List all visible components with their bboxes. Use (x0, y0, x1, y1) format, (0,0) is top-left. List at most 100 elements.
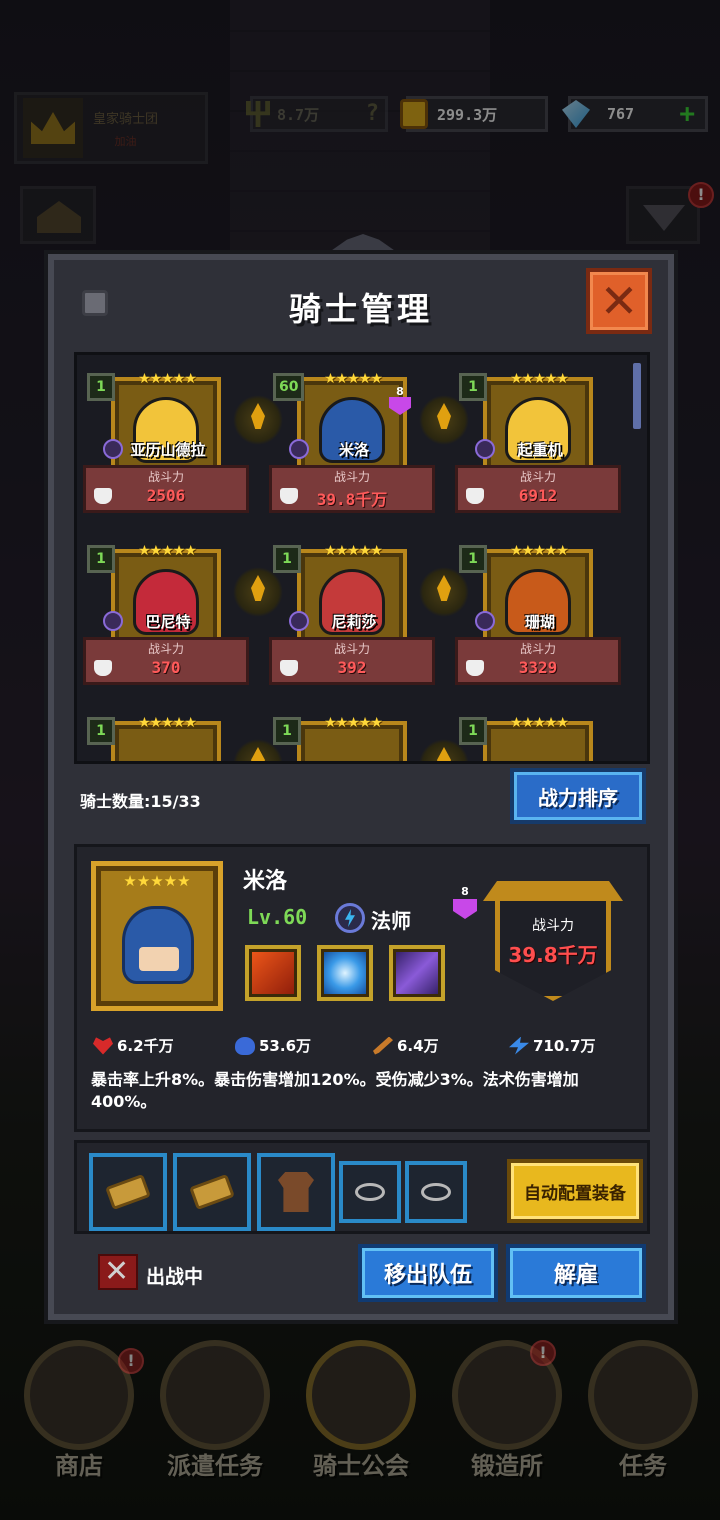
power-bar: 战斗力 3329 (455, 637, 621, 685)
power-label: 战斗力 (147, 470, 184, 484)
knight-level: 1 (273, 717, 301, 745)
equipment-slot-2[interactable] (173, 1153, 251, 1231)
rank-badge-number: 8 (461, 885, 469, 898)
equipment-slot-3[interactable] (257, 1153, 335, 1231)
knight-stars: ★★★★★ (324, 715, 383, 731)
deploy-status: 出战中 (146, 1266, 204, 1288)
nav-shop-label: 商店 (55, 1452, 103, 1480)
nav-dispatch[interactable]: 派遣任务 (150, 1340, 280, 1490)
power-label: 战斗力 (519, 642, 556, 656)
close-button[interactable]: ✕ (586, 268, 652, 334)
grid-scrollbar[interactable] (633, 363, 641, 429)
forge-notification-badge: ! (530, 1340, 556, 1366)
stat-atk: 6.4万 (373, 1035, 439, 1056)
knight-stars: ★★★★★ (138, 543, 197, 559)
power-value: 6912 (518, 486, 558, 505)
knight-level: 1 (459, 717, 487, 745)
knight-level: 1 (87, 373, 115, 401)
bottom-navigation: 商店 派遣任务 骑士公会 锻造所 任务 ! ! (0, 1320, 720, 1520)
power-value: 3329 (518, 658, 558, 677)
lightning-icon (509, 1036, 529, 1055)
ring-icon (421, 1183, 451, 1201)
nav-quests[interactable]: 任务 (578, 1340, 708, 1490)
knight-card[interactable]: ★★★★★ 60 米洛 战斗力 39.8千万 8 (269, 367, 435, 525)
power-banner-value: 39.8千万 (508, 943, 598, 967)
knight-level: 1 (87, 545, 115, 573)
nav-forge[interactable]: 锻造所 (442, 1340, 572, 1490)
power-bar: 战斗力 39.8千万 (269, 465, 435, 513)
close-icon: ✕ (599, 274, 639, 328)
potion-icon (235, 1036, 255, 1055)
nav-guild[interactable]: 骑士公会 (296, 1340, 426, 1490)
power-label: 战斗力 (147, 642, 184, 656)
vortex-skill-icon[interactable] (317, 945, 373, 1001)
auto-equip-button[interactable]: 自动配置装备 (507, 1159, 643, 1223)
stat-hp-value: 6.2千万 (117, 1037, 174, 1055)
equipment-slot-4[interactable] (339, 1161, 401, 1223)
knight-card[interactable]: ★★★★★ 1 尼莉莎 战斗力 392 (269, 539, 435, 697)
nav-forge-label: 锻造所 (471, 1452, 543, 1480)
rank-badge: 8 (387, 385, 413, 415)
stat-mp-value: 53.6万 (259, 1037, 312, 1055)
knight-grid[interactable]: ★★★★★ 1 亚历山德拉 战斗力 2506 ★★★★★ 60 米洛 战斗力 39.8千万 8 ★★★… (74, 352, 650, 764)
equipment-row: 自动配置装备 (74, 1140, 650, 1234)
power-banner: 战斗力 39.8千万 (483, 881, 623, 1007)
power-value: 392 (337, 658, 367, 677)
sort-by-power-button[interactable]: 战力排序 (510, 768, 646, 824)
knight-card[interactable]: ★★★★★ 1 起重机战斗力 6912 (455, 367, 621, 525)
selected-knight-class: 法师 (371, 909, 411, 933)
knight-card[interactable]: ★★★★★ 1 (455, 711, 621, 761)
knight-level: 60 (273, 373, 305, 401)
selected-knight-level: Lv.60 (247, 905, 308, 929)
fire-skill-icon[interactable] (245, 945, 301, 1001)
lightning-skill-icon[interactable] (389, 945, 445, 1001)
knight-count: 骑士数量:15/33 (80, 788, 201, 812)
power-bar: 战斗力 392 (269, 637, 435, 685)
knight-stars: ★★★★★ (510, 715, 569, 731)
knight-name: 珊瑚 (524, 613, 555, 631)
skill-description: 暴击率上升8%。暴击伤害增加120%。受伤减少3%。法术伤害增加400%。 (91, 1070, 579, 1111)
selected-stars: ★★★★★ (123, 872, 191, 890)
knight-stars: ★★★★★ (510, 371, 569, 387)
knight-card[interactable]: ★★★★★ 1 巴尼特战斗力 370 (83, 539, 249, 697)
power-label: 战斗力 (519, 470, 556, 484)
equipment-slot-1[interactable] (89, 1153, 167, 1231)
stat-hp: 6.2千万 (93, 1035, 174, 1056)
power-label: 战斗力 (333, 642, 370, 656)
ring-icon (355, 1183, 385, 1201)
selected-knight-portrait: ★★★★★ (91, 861, 223, 1011)
power-label: 战斗力 (333, 470, 370, 484)
dismiss-button[interactable]: 解雇 (506, 1244, 646, 1302)
stat-magic: 710.7万 (509, 1035, 595, 1056)
knight-stars: ★★★★★ (138, 371, 197, 387)
panel-title: 骑士管理 (288, 290, 433, 328)
dispatch-icon (160, 1340, 270, 1450)
equipment-slot-5[interactable] (405, 1161, 467, 1223)
power-bar: 战斗力 2506 (83, 465, 249, 513)
knight-card[interactable]: ★★★★★ 1 (83, 711, 249, 761)
power-value: 370 (151, 658, 181, 677)
knight-management-panel: 骑士管理 ✕ ★★★★★ 1 亚历山德拉 战斗力 2506 ★★★★★ 60 米洛 战斗力 39.… (48, 254, 674, 1320)
knight-name: 尼莉莎 (331, 613, 377, 631)
power-bar: 战斗力 6912 (455, 465, 621, 513)
knight-card[interactable]: ★★★★★ 1 亚历山德拉 战斗力 2506 (83, 367, 249, 525)
knight-level: 1 (459, 373, 487, 401)
knight-name: 起重机 (517, 441, 563, 459)
knight-level: 1 (273, 545, 301, 573)
power-value: 2506 (146, 486, 186, 505)
sword-icon (373, 1036, 393, 1055)
scroll-icon (189, 1173, 235, 1211)
knight-card[interactable]: ★★★★★ 1 珊瑚 战斗力 3329 (455, 539, 621, 697)
knight-name: 巴尼特 (145, 613, 191, 631)
knight-name: 米洛 (338, 441, 369, 459)
scroll-quest-icon (588, 1340, 698, 1450)
crossed-swords-icon (98, 1254, 138, 1290)
knight-count-label: 骑士数量: (80, 792, 151, 811)
power-value: 39.8千万 (316, 490, 388, 509)
stat-magic-value: 710.7万 (533, 1037, 596, 1055)
remove-from-team-button[interactable]: 移出队伍 (358, 1244, 498, 1302)
nav-guild-label: 骑士公会 (313, 1452, 409, 1480)
power-bar: 战斗力 370 (83, 637, 249, 685)
knight-card[interactable]: ★★★★★ 1 (269, 711, 435, 761)
knight-detail: ★★★★★ 米洛 Lv.60 法师 8 战斗力 39.8千万 6.2千万 53.… (74, 844, 650, 1132)
